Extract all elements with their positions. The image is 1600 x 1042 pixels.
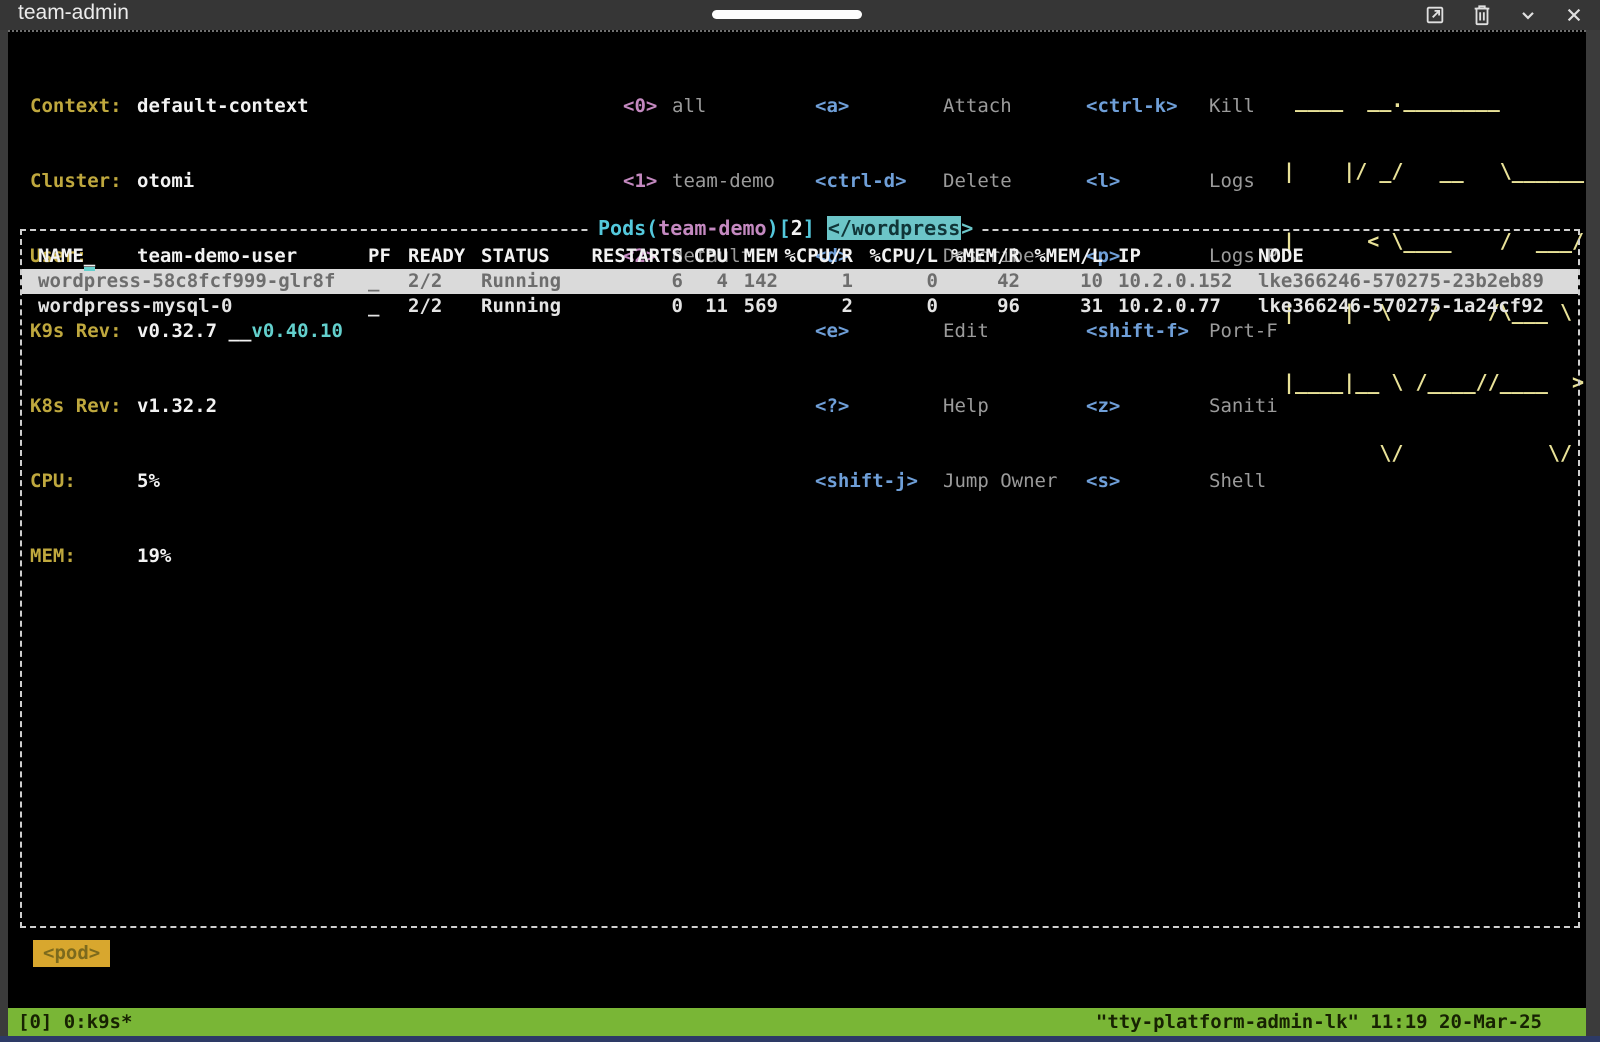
cell-mem: 569 xyxy=(728,294,778,319)
cell-ip: 10.2.0.77 xyxy=(1103,294,1243,319)
terminal-window: team-admin xyxy=(0,0,1600,1042)
col-mem-l: %MEM/L xyxy=(1020,244,1103,269)
col-restarts: RESTARTS xyxy=(588,244,683,269)
col-name: NAME_ xyxy=(38,244,368,269)
col-pf: PF xyxy=(368,244,408,269)
col-status: STATUS xyxy=(481,244,588,269)
close-icon[interactable] xyxy=(1564,5,1584,25)
col-ready: READY xyxy=(408,244,481,269)
cell-pf: _ xyxy=(368,269,408,294)
titlebar-icons xyxy=(1424,0,1584,30)
pod-count: 2 xyxy=(791,216,803,240)
hotkey-attach[interactable]: <a>Attach xyxy=(815,94,1057,119)
table-header-row: NAME_ PF READY STATUS RESTARTS CPU MEM %… xyxy=(22,244,1578,269)
table-row[interactable]: wordpress-58c8fcf999-glr8f _ 2/2 Running… xyxy=(22,269,1578,294)
cell-pf: _ xyxy=(368,294,408,319)
cell-cpu: 11 xyxy=(683,294,728,319)
cell-mem-l: 10 xyxy=(1020,269,1103,294)
cell-cpu: 4 xyxy=(683,269,728,294)
hotkey-ns-team-demo[interactable]: <1>team-demo xyxy=(623,169,775,194)
col-node: NODE xyxy=(1243,244,1578,269)
col-ip: IP xyxy=(1103,244,1243,269)
info-row-cluster: Cluster:otomi xyxy=(30,169,343,194)
chevron-down-icon[interactable] xyxy=(1518,5,1538,25)
tmux-host-datetime: "tty-platform-admin-lk" 11:19 20-Mar-25 xyxy=(1096,1011,1542,1033)
col-cpu-l: %CPU/L xyxy=(853,244,938,269)
cell-cpu-r: 1 xyxy=(778,269,853,294)
pods-panel-title: Pods(team-demo)[2] </wordpress> xyxy=(590,216,981,240)
cell-name: wordpress-58c8fcf999-glr8f xyxy=(38,269,368,294)
cell-restarts: 6 xyxy=(588,269,683,294)
name-sort-cursor: _ xyxy=(84,245,95,271)
tmux-session-window[interactable]: [0] 0:k9s* xyxy=(18,1011,132,1033)
cell-mem: 142 xyxy=(728,269,778,294)
cell-cpu-l: 0 xyxy=(853,269,938,294)
window-title: team-admin xyxy=(18,1,129,25)
hotkey-delete[interactable]: <ctrl-d>Delete xyxy=(815,169,1057,194)
namespace-name: team-demo xyxy=(658,216,766,240)
drag-handle[interactable] xyxy=(712,10,862,19)
cell-ip: 10.2.0.152 xyxy=(1103,269,1243,294)
table-row[interactable]: wordpress-mysql-0 _ 2/2 Running 0 11 569… xyxy=(22,294,1578,319)
cell-status: Running xyxy=(481,294,588,319)
filter-badge[interactable]: </wordpress xyxy=(827,216,961,240)
cell-cpu-l: 0 xyxy=(853,294,938,319)
col-mem: MEM xyxy=(728,244,778,269)
hotkey-logs[interactable]: <l>Logs xyxy=(1086,169,1278,194)
cell-ready: 2/2 xyxy=(408,269,481,294)
cell-restarts: 0 xyxy=(588,294,683,319)
col-cpu-r: %CPU/R xyxy=(778,244,853,269)
resource-name: Pods xyxy=(598,216,646,240)
cell-mem-l: 31 xyxy=(1020,294,1103,319)
cell-node: lke366246-570275-23b2eb89 xyxy=(1243,269,1578,294)
hotkey-kill[interactable]: <ctrl-k>Kill xyxy=(1086,94,1278,119)
open-in-new-icon[interactable] xyxy=(1424,4,1446,26)
k9s-terminal: Context:default-context Cluster:otomi Us… xyxy=(8,30,1586,1036)
info-row-context: Context:default-context xyxy=(30,94,343,119)
tmux-status-bar: [0] 0:k9s* "tty-platform-admin-lk" 11:19… xyxy=(8,1008,1586,1036)
cell-node: lke366246-570275-1a24cf92 xyxy=(1243,294,1578,319)
titlebar: team-admin xyxy=(0,0,1600,30)
cell-mem-r: 96 xyxy=(938,294,1020,319)
pods-panel: Pods(team-demo)[2] </wordpress> NAME_ PF… xyxy=(20,229,1580,928)
window-bottom-edge xyxy=(0,1036,1600,1042)
hotkey-ns-all[interactable]: <0>all xyxy=(623,94,775,119)
cell-name: wordpress-mysql-0 xyxy=(38,294,368,319)
cell-status: Running xyxy=(481,269,588,294)
col-mem-r: %MEM/R xyxy=(938,244,1020,269)
col-cpu: CPU xyxy=(683,244,728,269)
breadcrumb-pod[interactable]: <pod> xyxy=(33,940,110,967)
cell-cpu-r: 2 xyxy=(778,294,853,319)
cell-ready: 2/2 xyxy=(408,294,481,319)
cell-mem-r: 42 xyxy=(938,269,1020,294)
trash-icon[interactable] xyxy=(1472,4,1492,26)
